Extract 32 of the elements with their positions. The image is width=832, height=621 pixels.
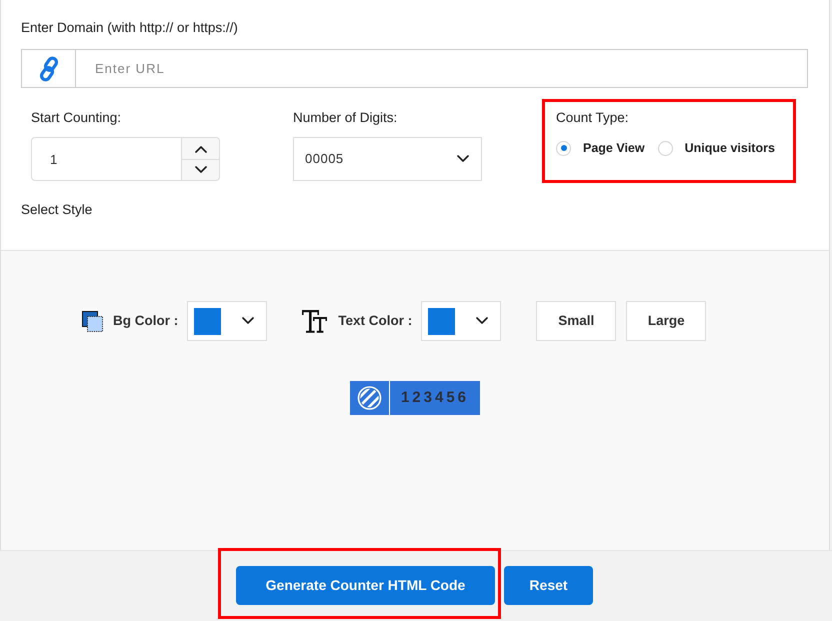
number-input[interactable]: 1 [31, 137, 181, 181]
link-icon [38, 56, 60, 82]
generate-button[interactable]: Generate Counter HTML Code [236, 566, 495, 605]
field-label: Number of Digits: [293, 110, 398, 126]
step-up-button[interactable] [181, 137, 220, 159]
radio-button[interactable] [556, 140, 571, 156]
size-button[interactable]: Small [536, 301, 616, 341]
field-label: Count Type: [556, 110, 629, 126]
color-select[interactable] [421, 301, 502, 341]
layers-icon [82, 310, 103, 332]
radio-label[interactable]: Unique visitors [684, 138, 775, 158]
chevron-down-icon [242, 317, 254, 325]
field-label: Enter Domain (with http:// or https://) [21, 20, 238, 36]
chevron-down-icon [457, 155, 469, 163]
chevron-up-icon [194, 144, 206, 152]
field-label: Bg Color : [113, 312, 178, 330]
text-size-icon [302, 310, 328, 332]
field-label: Text Color : [338, 312, 412, 330]
chevron-down-icon [476, 317, 488, 325]
field-label: Start Counting: [31, 110, 122, 126]
section-label: Select Style [21, 202, 92, 218]
step-down-button[interactable] [181, 159, 220, 181]
striped-globe-icon [350, 381, 389, 415]
digits-select[interactable]: 00005 [293, 137, 482, 181]
size-button[interactable]: Large [626, 301, 706, 341]
color-select[interactable] [187, 301, 268, 341]
radio-label[interactable]: Page View [583, 138, 645, 158]
radio-button[interactable] [658, 140, 673, 156]
reset-button[interactable]: Reset [504, 566, 593, 605]
chevron-down-icon [194, 166, 206, 174]
url-input[interactable]: Enter URL [76, 49, 808, 88]
counter-digits: 123456 [389, 381, 480, 415]
